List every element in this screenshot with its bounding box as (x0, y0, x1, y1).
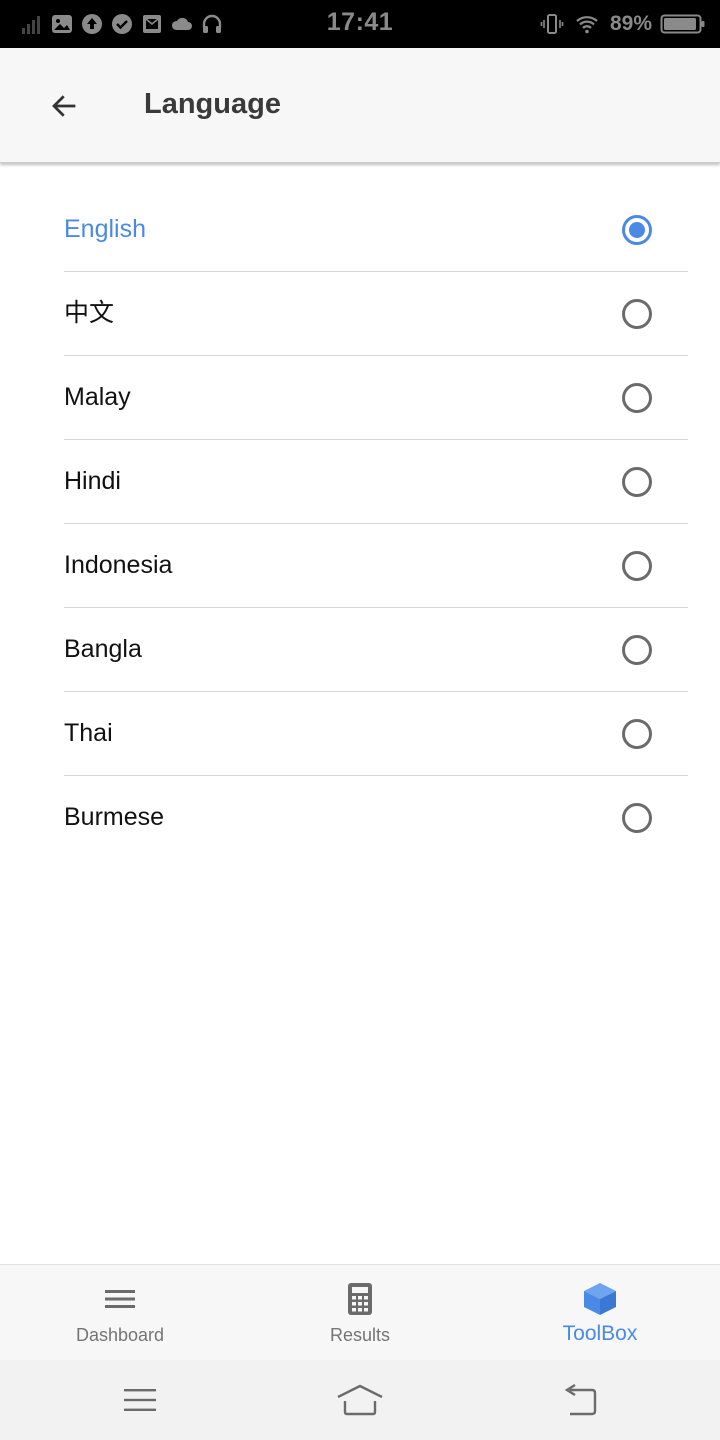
back-button[interactable] (40, 82, 88, 130)
system-menu-button[interactable] (116, 1380, 164, 1420)
page-title: Language (144, 88, 281, 120)
menu-icon (124, 1389, 156, 1411)
radio-unselected-icon[interactable] (622, 551, 652, 581)
system-nav-bar (0, 1360, 720, 1440)
radio-unselected-icon[interactable] (622, 467, 652, 497)
bottom-nav: Dashboard Results ToolBox (0, 1264, 720, 1361)
language-label: 中文 (64, 299, 115, 327)
language-option-english[interactable]: English (64, 188, 688, 272)
language-label: English (64, 215, 146, 243)
system-back-button[interactable] (556, 1380, 604, 1420)
status-bar: 17:41 89% (0, 0, 720, 48)
language-option-chinese[interactable]: 中文 (64, 272, 688, 356)
nav-dashboard[interactable]: Dashboard (0, 1265, 240, 1361)
language-option-hindi[interactable]: Hindi (64, 440, 688, 524)
nav-results[interactable]: Results (240, 1265, 480, 1361)
vibrate-icon (540, 14, 564, 34)
nav-label: Results (329, 1325, 391, 1345)
language-option-malay[interactable]: Malay (64, 356, 688, 440)
radio-selected-icon[interactable] (622, 215, 652, 245)
status-icons-right: 89% (540, 10, 706, 38)
radio-unselected-icon[interactable] (622, 635, 652, 665)
language-option-bangla[interactable]: Bangla (64, 608, 688, 692)
app-bar: Language (0, 48, 720, 163)
cube-icon (582, 1281, 618, 1317)
battery-icon (660, 14, 705, 34)
radio-unselected-icon[interactable] (622, 803, 652, 833)
language-label: Hindi (64, 467, 121, 495)
language-label: Malay (64, 383, 131, 411)
system-home-button[interactable] (336, 1380, 384, 1420)
language-list: English 中文 Malay Hindi Indonesia Bangla … (64, 188, 688, 859)
language-label: Bangla (64, 635, 142, 663)
wifi-icon (576, 16, 598, 34)
nav-label: ToolBox (562, 1322, 638, 1345)
back-icon (564, 1384, 597, 1416)
language-option-indonesia[interactable]: Indonesia (64, 524, 688, 608)
language-label: Indonesia (64, 551, 173, 579)
radio-unselected-icon[interactable] (622, 299, 652, 329)
nav-toolbox[interactable]: ToolBox (480, 1265, 720, 1361)
calculator-icon (342, 1281, 378, 1317)
language-option-burmese[interactable]: Burmese (64, 776, 688, 859)
battery-percent: 89% (609, 12, 652, 35)
radio-unselected-icon[interactable] (622, 719, 652, 749)
language-option-thai[interactable]: Thai (64, 692, 688, 776)
menu-icon (102, 1281, 138, 1317)
nav-label: Dashboard (75, 1325, 165, 1345)
language-label: Thai (64, 719, 113, 747)
arrow-left-icon (52, 95, 76, 117)
home-icon (337, 1384, 383, 1416)
radio-unselected-icon[interactable] (622, 383, 652, 413)
language-label: Burmese (64, 803, 165, 831)
